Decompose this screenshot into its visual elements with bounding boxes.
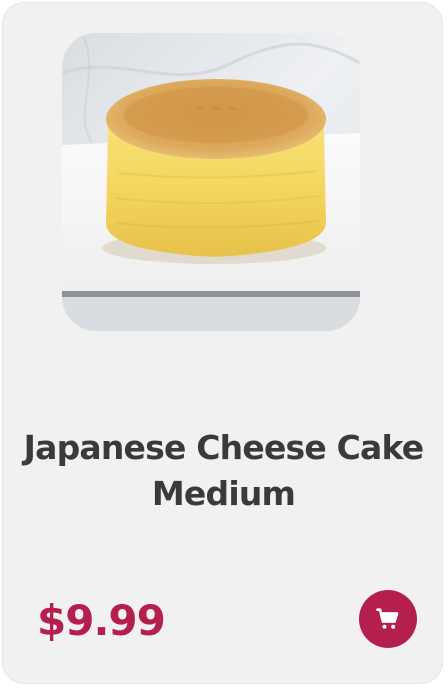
product-price: $9.99	[37, 596, 166, 645]
svg-text:~ ~ ~: ~ ~ ~	[194, 101, 238, 117]
product-title: Japanese Cheese Cake Medium	[23, 428, 425, 513]
product-image[interactable]: ~ ~ ~	[62, 33, 360, 331]
product-card[interactable]: ~ ~ ~ Japanese Cheese Cake Medium $9.99	[2, 2, 443, 684]
add-to-cart-button[interactable]	[359, 590, 417, 648]
cart-icon	[376, 608, 399, 629]
cheesecake-illustration: ~ ~ ~	[62, 33, 360, 331]
